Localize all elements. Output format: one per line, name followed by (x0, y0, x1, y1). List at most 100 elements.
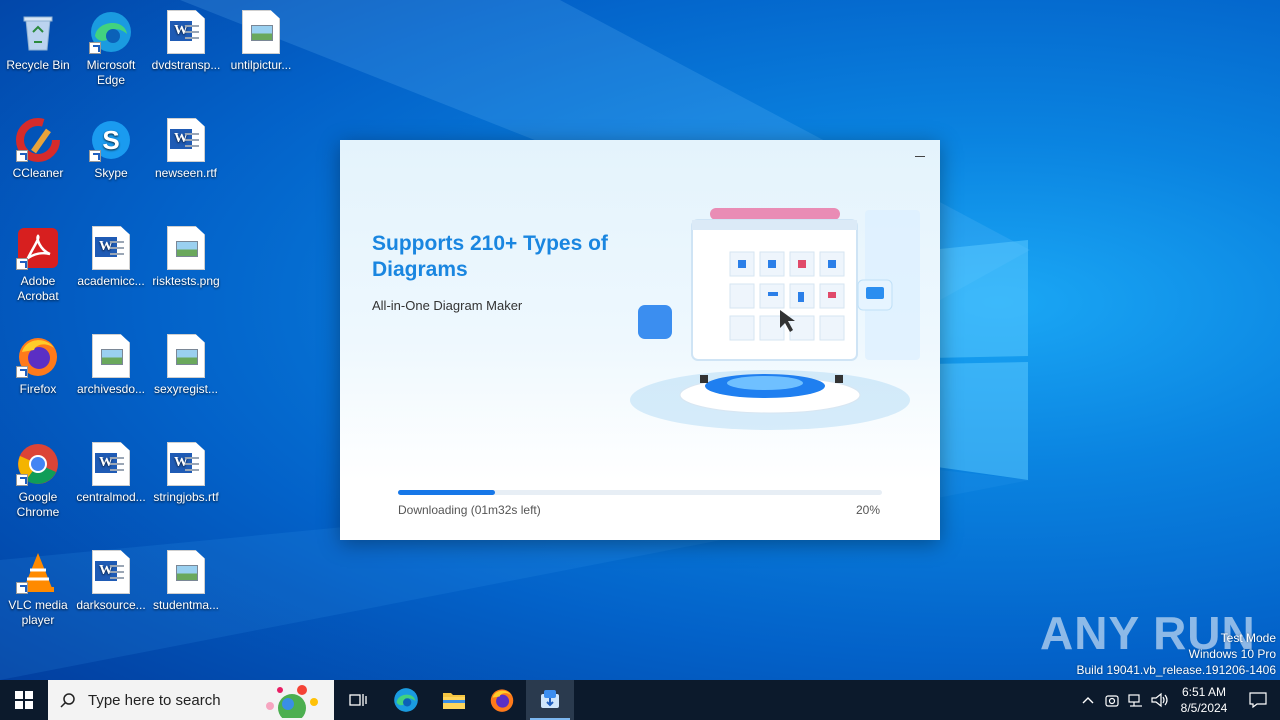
download-status-text: Downloading (01m32s left) (398, 503, 541, 517)
desktop-icon-darksource[interactable]: W darksource... (73, 544, 149, 613)
desktop-icon-label: Microsoft Edge (86, 58, 136, 87)
start-button[interactable] (0, 680, 48, 720)
search-highlight-art-icon (266, 685, 318, 718)
desktop-icon-ccleaner[interactable]: CCleaner (0, 112, 76, 181)
installer-window: Supports 210+ Types of Diagrams All-in-O… (340, 140, 940, 540)
windows-start-icon (15, 691, 33, 709)
show-hidden-icons-chevron-up-icon[interactable] (1076, 680, 1100, 720)
desktop-icon-label: newseen.rtf (154, 166, 218, 180)
shortcut-arrow-icon (89, 150, 101, 162)
word-document-icon: W (89, 226, 133, 270)
desktop-icon-google-chrome[interactable]: Google Chrome (0, 436, 76, 520)
installer-subline: All-in-One Diagram Maker (372, 298, 523, 313)
desktop-icon-recycle-bin[interactable]: Recycle Bin (0, 4, 76, 73)
desktop-icon-label: Recycle Bin (6, 58, 70, 72)
search-icon (60, 693, 75, 708)
desktop-icon-academicc[interactable]: W academicc... (73, 220, 149, 289)
desktop-icon-label: Skype (94, 166, 128, 180)
clock-time: 6:51 AM (1181, 685, 1227, 699)
installer-headline: Supports 210+ Types of Diagrams (372, 232, 608, 281)
word-document-icon: W (164, 10, 208, 54)
taskbar-installer-button[interactable] (526, 680, 574, 720)
desktop-icon-label: Firefox (19, 382, 57, 396)
shortcut-arrow-icon (89, 42, 101, 54)
desktop-icon-label: CCleaner (12, 166, 64, 180)
firefox-icon (490, 689, 514, 712)
desktop-icon-firefox[interactable]: Firefox (0, 328, 76, 397)
desktop-icon-centralmod[interactable]: W centralmod... (73, 436, 149, 505)
desktop-icon-studentma[interactable]: studentma... (148, 544, 224, 613)
taskbar: 6:51 AM 8/5/2024 (0, 680, 1280, 720)
desktop-icon-vlc[interactable]: VLC media player (0, 544, 76, 628)
edge-icon (89, 10, 133, 54)
skype-icon: S (89, 118, 133, 162)
minimize-button[interactable] (912, 148, 928, 164)
onedrive-sync-icon[interactable] (1100, 680, 1124, 720)
desktop-icon-skype[interactable]: S Skype (73, 112, 149, 181)
desktop-icon-label: centralmod... (76, 490, 146, 504)
chrome-icon (16, 442, 60, 486)
system-watermark: Test Mode Windows 10 Pro Build 19041.vb_… (1077, 630, 1277, 678)
desktop-icon-adobe-acrobat[interactable]: Adobe Acrobat (0, 220, 76, 304)
shortcut-arrow-icon (16, 366, 28, 378)
watermark-os: Windows 10 Pro (1188, 647, 1276, 661)
desktop-icon-label: stringjobs.rtf (153, 490, 219, 504)
network-icon[interactable] (1124, 680, 1148, 720)
desktop-icon-label: academicc... (77, 274, 145, 288)
taskbar-clock[interactable]: 6:51 AM 8/5/2024 (1172, 684, 1236, 716)
desktop-icon-archivesdo[interactable]: archivesdo... (73, 328, 149, 397)
firefox-icon (16, 334, 60, 378)
desktop-icon-stringjobs[interactable]: W stringjobs.rtf (148, 436, 224, 505)
desktop-icon-label: Adobe Acrobat (17, 274, 59, 303)
watermark-build: Build 19041.vb_release.191206-1406 (1076, 663, 1277, 677)
search-input[interactable] (88, 691, 268, 709)
folder-icon (443, 693, 465, 709)
task-view-icon (349, 694, 367, 706)
word-document-icon: W (164, 118, 208, 162)
notification-icon (1249, 692, 1267, 708)
taskbar-file-explorer-button[interactable] (430, 680, 478, 720)
shortcut-arrow-icon (16, 582, 28, 594)
word-document-icon: W (89, 442, 133, 486)
image-file-icon (164, 226, 208, 270)
image-file-icon (89, 334, 133, 378)
svg-text:S: S (102, 125, 119, 155)
taskbar-search-box[interactable] (48, 680, 334, 720)
download-percent-text: 20% (855, 503, 880, 517)
desktop-icon-label: archivesdo... (76, 382, 146, 396)
recycle-bin-icon (16, 10, 60, 54)
desktop-icon-dvdstransp[interactable]: W dvdstransp... (148, 4, 224, 73)
diagram-installer-icon (541, 690, 559, 708)
desktop-icon-risktests[interactable]: risktests.png (148, 220, 224, 289)
download-progress-bar (398, 490, 882, 495)
desktop-icon-untilpictur[interactable]: untilpictur... (223, 4, 299, 73)
image-file-icon (164, 334, 208, 378)
shortcut-arrow-icon (16, 474, 28, 486)
desktop-icon-label: VLC media player (8, 598, 68, 627)
diagram-maker-illustration (630, 208, 920, 430)
desktop-icon-label: darksource... (76, 598, 146, 612)
windows-logo-wallpaper (930, 240, 1028, 480)
system-tray: 6:51 AM 8/5/2024 (1076, 680, 1280, 720)
word-document-icon: W (164, 442, 208, 486)
taskbar-edge-button[interactable] (382, 680, 430, 720)
desktop-icon-label: untilpictur... (230, 58, 292, 72)
watermark-mode: Test Mode (1220, 631, 1276, 645)
task-view-button[interactable] (334, 680, 382, 720)
desktop-icon-label: studentma... (152, 598, 220, 612)
taskbar-firefox-button[interactable] (478, 680, 526, 720)
edge-icon (394, 688, 418, 712)
clock-date: 8/5/2024 (1180, 701, 1228, 715)
download-progress-fill (398, 490, 495, 495)
volume-icon[interactable] (1148, 680, 1172, 720)
desktop-icon-sexyregist[interactable]: sexyregist... (148, 328, 224, 397)
desktop-icon-label: sexyregist... (153, 382, 219, 396)
action-center-button[interactable] (1236, 680, 1280, 720)
desktop-icon-newseen[interactable]: W newseen.rtf (148, 112, 224, 181)
desktop-icon-label: Google Chrome (16, 490, 60, 519)
word-document-icon: W (89, 550, 133, 594)
desktop-icon-label: dvdstransp... (151, 58, 221, 72)
desktop-icon-microsoft-edge[interactable]: Microsoft Edge (73, 4, 149, 88)
ccleaner-icon (16, 118, 60, 162)
desktop-icon-label: risktests.png (152, 274, 220, 288)
